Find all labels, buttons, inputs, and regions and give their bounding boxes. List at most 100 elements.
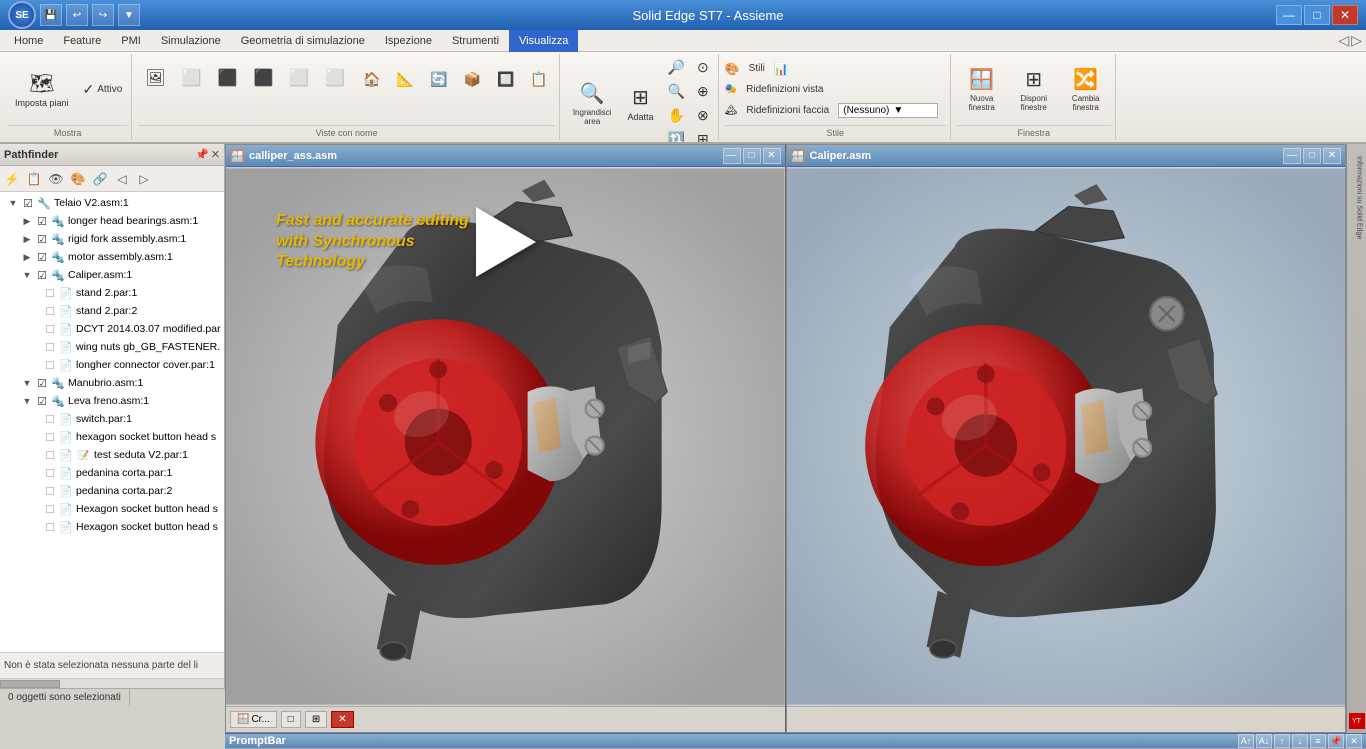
tree-item-pedanina2[interactable]: ☐ 📄 pedanina corta.par:2	[0, 482, 224, 500]
menu-geometria[interactable]: Geometria di simulazione	[231, 30, 375, 52]
pathfinder-pin-icon[interactable]: 📌	[195, 148, 209, 161]
tree-expand-telaio[interactable]: ▼	[6, 196, 20, 210]
tree-cb-motor[interactable]: ☑	[36, 251, 48, 263]
tree-item-test-seduta[interactable]: ☐ 📄 📝 test seduta V2.par:1	[0, 446, 224, 464]
prompt-ctrl-close[interactable]: ✕	[1346, 734, 1362, 748]
nessuno-dropdown[interactable]: (Nessuno) ▼	[838, 103, 938, 118]
tree-item-hex-socket1[interactable]: ☐ 📄 hexagon socket button head s	[0, 428, 224, 446]
tree-item-longher-cover[interactable]: ☐ 📄 longher connector cover.par:1	[0, 356, 224, 374]
wb-btn-max[interactable]: ⊞	[305, 711, 327, 728]
ribbon-btn-stili[interactable]: Stili	[744, 60, 770, 77]
tree-cb-longer[interactable]: ☑	[36, 215, 48, 227]
tree-item-telaio[interactable]: ▼ ☑ 🔧 Telaio V2.asm:1	[0, 194, 224, 212]
ribbon-btn-disponi[interactable]: ⊞ Disponifinestre	[1009, 62, 1059, 117]
pf-btn-nav-right[interactable]: ▷	[134, 169, 154, 189]
tree-expand-motor[interactable]: ▶	[20, 250, 34, 264]
calliper-content[interactable]: Fast and accurate editing with Synchrono…	[226, 167, 785, 706]
menu-simulazione[interactable]: Simulazione	[151, 30, 231, 52]
pathfinder-hscroll[interactable]	[0, 678, 224, 688]
tree-expand-rigid[interactable]: ▶	[20, 232, 34, 246]
ribbon-btn-v10[interactable]: 📦	[457, 62, 488, 97]
calliper-close-btn[interactable]: ✕	[763, 148, 781, 164]
quick-undo-btn[interactable]: ↩	[66, 4, 88, 26]
ribbon-btn-imposta-piani[interactable]: 🗺 Imposta piani	[8, 61, 76, 119]
tree-cb-hex1[interactable]: ☐	[44, 431, 56, 443]
tree-item-caliper[interactable]: ▼ ☑ 🔩 Caliper.asm:1	[0, 266, 224, 284]
ribbon-btn-nuova-finestra[interactable]: 🪟 Nuovafinestra	[957, 62, 1007, 117]
tree-cb-ped1[interactable]: ☐	[44, 467, 56, 479]
menu-feature[interactable]: Feature	[53, 30, 111, 52]
ribbon-btn-attivo[interactable]: ✓ Attivo	[78, 78, 128, 101]
tree-expand-caliper[interactable]: ▼	[20, 268, 34, 282]
hscrollbar-track[interactable]	[0, 680, 224, 688]
tree-item-motor[interactable]: ▶ ☑ 🔩 motor assembly.asm:1	[0, 248, 224, 266]
ribbon-btn-v6[interactable]: ⬜	[318, 58, 352, 98]
menu-strumenti[interactable]: Strumenti	[442, 30, 509, 52]
prompt-ctrl-3[interactable]: ↑	[1274, 734, 1290, 748]
nav-back-icon[interactable]: ◁	[1338, 32, 1349, 49]
tree-cb-longher-cover[interactable]: ☐	[44, 359, 56, 371]
tree-cb-wingnuts[interactable]: ☐	[44, 341, 56, 353]
ribbon-btn-pan[interactable]: ✋	[663, 104, 690, 127]
ribbon-btn-v4[interactable]: ⬛	[246, 58, 280, 98]
tree-cb-dcyt[interactable]: ☐	[44, 323, 56, 335]
prompt-ctrl-pin[interactable]: 📌	[1328, 734, 1344, 748]
tree-item-switch[interactable]: ☐ 📄 switch.par:1	[0, 410, 224, 428]
ribbon-btn-v1[interactable]: 🖼	[138, 58, 172, 98]
ribbon-btn-ridefinizioni[interactable]: Ridefinizioni vista	[741, 81, 828, 98]
tree-item-leva[interactable]: ▼ ☑ 🔩 Leva freno.asm:1	[0, 392, 224, 410]
ribbon-btn-o2[interactable]: ⊕	[692, 80, 714, 103]
tree-cb-stand1[interactable]: ☐	[44, 287, 56, 299]
pf-btn-5[interactable]: 🔗	[90, 169, 110, 189]
close-btn[interactable]: ✕	[1332, 5, 1358, 25]
wb-btn-restore[interactable]: □	[281, 711, 301, 728]
quick-redo-btn[interactable]: ↪	[92, 4, 114, 26]
caliper-close-btn[interactable]: ✕	[1323, 148, 1341, 164]
tree-cb-ped2[interactable]: ☐	[44, 485, 56, 497]
tree-cb-hex3[interactable]: ☐	[44, 521, 56, 533]
tree-item-rigid[interactable]: ▶ ☑ 🔩 rigid fork assembly.asm:1	[0, 230, 224, 248]
minimize-btn[interactable]: —	[1276, 5, 1302, 25]
tree-item-wingnuts[interactable]: ☐ 📄 wing nuts gb_GB_FASTENER.	[0, 338, 224, 356]
calliper-restore-btn[interactable]: □	[743, 148, 761, 164]
ribbon-btn-v9[interactable]: 🔄	[423, 62, 454, 97]
wb-btn-close[interactable]: ✕	[331, 711, 353, 728]
ribbon-btn-ingrandisci[interactable]: 🔍 Ingrandisciarea	[566, 76, 619, 131]
ribbon-btn-v3[interactable]: ⬛	[211, 58, 245, 98]
tree-item-manubrio[interactable]: ▼ ☑ 🔩 Manubrio.asm:1	[0, 374, 224, 392]
tree-item-stand2[interactable]: ☐ 📄 stand 2.par:2	[0, 302, 224, 320]
pf-btn-4[interactable]: 🎨	[68, 169, 88, 189]
ribbon-btn-v2[interactable]: ⬜	[175, 58, 209, 98]
pf-btn-1[interactable]: ⚡	[2, 169, 22, 189]
tree-cb-manubrio[interactable]: ☑	[36, 377, 48, 389]
pf-btn-nav-left[interactable]: ◁	[112, 169, 132, 189]
ribbon-btn-o1[interactable]: ⊙	[692, 56, 714, 79]
hscrollbar-thumb[interactable]	[0, 680, 60, 688]
ribbon-btn-v8[interactable]: 📐	[390, 62, 421, 97]
tree-item-hex-socket3[interactable]: ☐ 📄 Hexagon socket button head s	[0, 518, 224, 536]
ribbon-btn-adatta[interactable]: ⊞ Adatta	[621, 76, 661, 131]
ribbon-btn-v11[interactable]: 🔲	[490, 62, 521, 97]
ribbon-btn-v5[interactable]: ⬜	[282, 58, 316, 98]
tree-cb-leva[interactable]: ☑	[36, 395, 48, 407]
tree-cb-test[interactable]: ☐	[44, 449, 56, 461]
ribbon-btn-o3[interactable]: ⊗	[692, 104, 714, 127]
quick-more-btn[interactable]: ▼	[118, 4, 140, 26]
tree-cb-rigid[interactable]: ☑	[36, 233, 48, 245]
ribbon-btn-v7[interactable]: 🏠	[356, 62, 387, 97]
tree-expand-manubrio[interactable]: ▼	[20, 376, 34, 390]
menu-visualizza[interactable]: Visualizza	[509, 30, 578, 52]
ribbon-btn-o4[interactable]: ⊞	[692, 128, 714, 144]
caliper-right-content[interactable]	[787, 167, 1346, 706]
ribbon-btn-zoom-in[interactable]: 🔎	[663, 56, 690, 79]
pf-btn-3[interactable]: 👁	[46, 169, 66, 189]
tree-item-stand1[interactable]: ☐ 📄 stand 2.par:1	[0, 284, 224, 302]
calliper-minimize-btn[interactable]: —	[723, 148, 741, 164]
rs-youtube-btn[interactable]: YT	[1349, 713, 1365, 729]
tree-item-hex-socket2[interactable]: ☐ 📄 Hexagon socket button head s	[0, 500, 224, 518]
pf-btn-2[interactable]: 📋	[24, 169, 44, 189]
ribbon-btn-ridefinizioni-faccia[interactable]: Ridefinizioni faccia	[741, 102, 834, 119]
ribbon-btn-rotate[interactable]: 🔃	[663, 128, 690, 144]
caliper-minimize-btn[interactable]: —	[1283, 148, 1301, 164]
tree-cb-stand2[interactable]: ☐	[44, 305, 56, 317]
